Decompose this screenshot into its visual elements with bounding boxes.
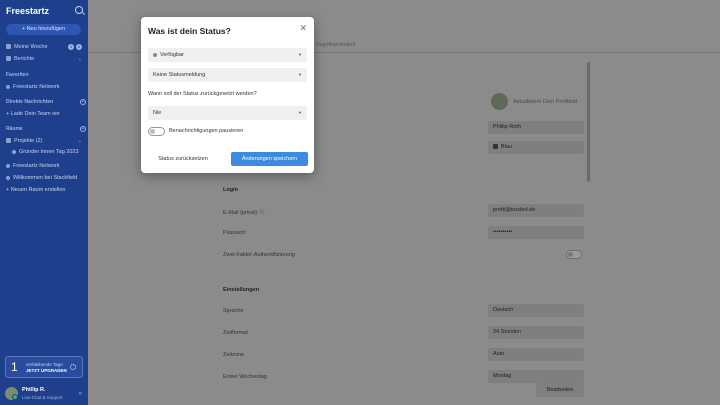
language-label: Sprache xyxy=(223,308,244,314)
dropdown-arrow-icon: ▼ xyxy=(298,72,302,77)
status-dot-icon xyxy=(153,52,157,57)
spaces-header: Räume xyxy=(6,126,23,132)
user-profile[interactable]: Phillip R. Live-Chat & Support « xyxy=(5,386,85,402)
count-badge: 4 xyxy=(76,44,82,50)
space-dot-icon xyxy=(12,149,16,154)
sidebar-item-label: Freestartz Network xyxy=(13,163,60,169)
sidebar: Freestartz + Neu hinzufügen Meine Woche … xyxy=(0,0,88,405)
chevron-down-icon: ⌄ xyxy=(77,56,82,62)
dropdown-arrow-icon: ▼ xyxy=(298,52,302,57)
password-field[interactable]: •••••••••• xyxy=(488,226,584,239)
timezone-label: Zeitzone xyxy=(223,352,245,358)
user-name: Phillip R. xyxy=(22,387,46,393)
create-space-link[interactable]: + Neuen Raum erstellen xyxy=(6,186,84,194)
profile-picture[interactable] xyxy=(491,93,508,110)
sidebar-item-label: Freestartz Network xyxy=(13,84,60,90)
upgrade-link[interactable]: JETZT UPGRADEN xyxy=(26,368,67,373)
trial-upgrade-box[interactable]: 1 verbleibende Tage JETZT UPGRADEN xyxy=(5,356,83,378)
availability-value: Verfügbar xyxy=(160,52,184,58)
scrollbar[interactable] xyxy=(587,62,590,182)
favorites-header: Favoriten xyxy=(6,72,29,78)
sidebar-item-space[interactable]: Gründer Innen Tag 2023 xyxy=(12,148,90,156)
sidebar-item-space[interactable]: Freestartz Network xyxy=(6,162,84,170)
sidebar-item-favorite[interactable]: Freestartz Network xyxy=(6,83,84,91)
info-icon: ⓘ xyxy=(258,210,265,216)
add-direct-message-icon[interactable]: + xyxy=(80,99,86,105)
space-dot-icon xyxy=(6,163,10,168)
modal-title: Was ist dein Status? xyxy=(148,26,231,36)
count-badge: 4 xyxy=(68,44,74,50)
dropdown-arrow-icon: ▼ xyxy=(298,110,302,115)
sidebar-item-my-week[interactable]: Meine Woche 4 4 xyxy=(6,43,84,51)
time-format-field[interactable]: 24 Stunden xyxy=(488,326,584,339)
app-logo[interactable]: Freestartz xyxy=(6,6,49,16)
status-message-value: Keine Statusmeldung xyxy=(153,72,206,78)
support-link[interactable]: Live-Chat & Support xyxy=(22,395,63,400)
invite-team-link[interactable]: + Lade Dein Team ein xyxy=(6,110,84,118)
status-modal: Was ist dein Status? ✕ Verfügbar ▼ Keine… xyxy=(141,17,314,173)
reset-status-button[interactable]: Status zurücksetzen xyxy=(148,152,218,166)
login-section-title: Login xyxy=(223,187,238,193)
sidebar-item-label: Projekte (2) xyxy=(14,138,43,144)
email-label: E-Mail (privat) ⓘ xyxy=(223,210,265,216)
folder-icon xyxy=(6,138,11,144)
sidebar-item-reports[interactable]: Berichte ⌄ xyxy=(6,55,84,63)
calendar-icon xyxy=(6,44,11,50)
sidebar-item-label: Gründer Innen Tag 2023 xyxy=(19,149,79,155)
status-message-select[interactable]: Keine Statusmeldung ▼ xyxy=(148,68,307,82)
trial-days-label: verbleibende Tage xyxy=(26,362,63,367)
color-field[interactable]: Blau xyxy=(488,141,584,154)
add-space-icon[interactable]: + xyxy=(80,126,86,132)
two-factor-label: Zwei-Faktor-Authentifizierung xyxy=(223,252,295,258)
time-format-label: Zeitformat xyxy=(223,330,248,336)
tab-access-log[interactable]: Zugriffsprotokoll xyxy=(316,42,355,48)
pause-notifications-toggle[interactable] xyxy=(148,127,165,136)
direct-messages-header: Direkte Nachrichten xyxy=(6,99,54,105)
update-profile-picture-link[interactable]: Aktualisiere Dein Profilbild xyxy=(513,99,577,105)
email-field[interactable]: pretti@trusted.de xyxy=(488,204,584,217)
save-changes-button[interactable]: Änderungen speichern xyxy=(231,152,308,166)
reset-time-select[interactable]: Nie ▼ xyxy=(148,106,307,120)
sidebar-item-label: Berichte xyxy=(14,56,35,62)
reset-question-label: Wann soll der Status zurückgesetzt werde… xyxy=(148,91,257,97)
first-weekday-label: Erster Wochentag xyxy=(223,374,267,380)
collapse-sidebar-icon[interactable]: « xyxy=(79,391,82,397)
pause-notifications-label: Benachrichtigungen pausieren xyxy=(169,128,244,134)
search-icon[interactable] xyxy=(75,6,83,14)
sidebar-item-label: Meine Woche xyxy=(14,44,48,50)
space-dot-icon xyxy=(6,84,10,89)
new-item-button[interactable]: + Neu hinzufügen xyxy=(6,24,81,35)
trial-days-count: 1 xyxy=(11,360,18,374)
reset-time-value: Nie xyxy=(153,110,162,116)
password-label: Passwort xyxy=(223,230,246,236)
settings-section-title: Einstellungen xyxy=(223,287,260,293)
avatar[interactable] xyxy=(5,387,18,400)
language-field[interactable]: Deutsch xyxy=(488,304,584,317)
two-factor-toggle[interactable] xyxy=(566,250,582,259)
close-icon[interactable]: ✕ xyxy=(299,24,307,33)
name-field[interactable]: Phillip Roth xyxy=(488,121,584,134)
chart-icon xyxy=(6,56,11,62)
edit-button[interactable]: Bearbeiten xyxy=(536,383,584,397)
space-dot-icon xyxy=(6,175,10,180)
timezone-field[interactable]: Auto xyxy=(488,348,584,361)
sidebar-item-projects[interactable]: Projekte (2) ⌄ xyxy=(6,137,84,145)
gear-icon xyxy=(70,364,76,370)
sidebar-item-space[interactable]: Willkommen bei Stackfield xyxy=(6,174,84,182)
availability-select[interactable]: Verfügbar ▼ xyxy=(148,48,307,62)
sidebar-item-label: Willkommen bei Stackfield xyxy=(13,175,78,181)
chevron-down-icon: ⌄ xyxy=(77,138,82,144)
first-weekday-field[interactable]: Montag xyxy=(488,370,584,383)
color-swatch xyxy=(493,144,498,150)
color-value: Blau xyxy=(501,144,513,150)
